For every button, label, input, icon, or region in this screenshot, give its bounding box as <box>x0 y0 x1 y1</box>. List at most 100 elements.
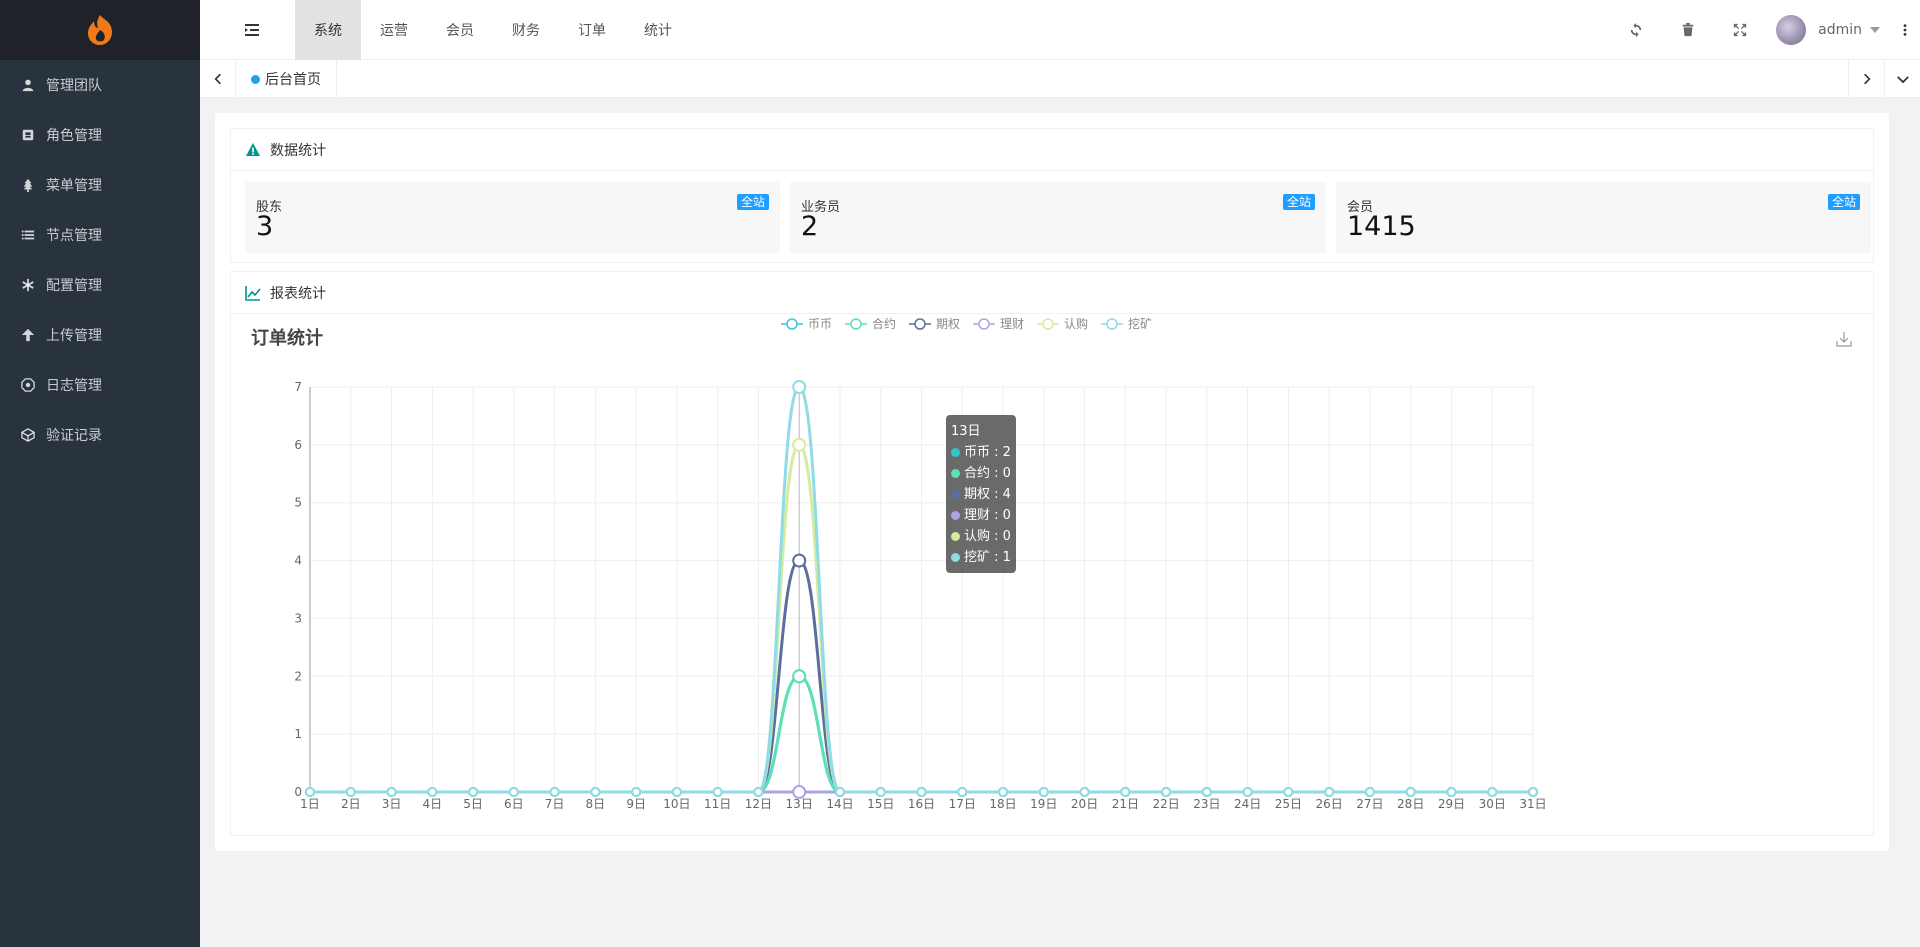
data-point <box>631 787 642 797</box>
tooltip-row-label: 币币 : 2 <box>964 445 1011 460</box>
data-point <box>1201 787 1212 797</box>
series-0 <box>305 669 1538 797</box>
x-tick-label: 1日 <box>300 797 320 811</box>
data-point <box>468 787 479 797</box>
sidebar-item-team[interactable]: 管理团队 <box>0 60 200 110</box>
tab-order[interactable]: 订单 <box>559 0 625 60</box>
sidebar-item-upload[interactable]: 上传管理 <box>0 310 200 360</box>
logo[interactable] <box>0 0 200 60</box>
data-point <box>1446 787 1457 797</box>
save-image-button[interactable] <box>1835 330 1853 348</box>
sidebar-toggle-button[interactable] <box>240 18 264 42</box>
data-point <box>916 787 927 797</box>
sidebar-item-label: 日志管理 <box>46 378 102 394</box>
data-point <box>1079 787 1090 797</box>
data-point <box>1038 787 1049 797</box>
legend-label: 理财 <box>1000 317 1024 331</box>
series-color-dot <box>951 490 960 499</box>
data-point <box>834 787 845 797</box>
tabs-prev-button[interactable] <box>200 60 236 98</box>
tab-finance[interactable]: 财务 <box>493 0 559 60</box>
x-tick-label: 9日 <box>626 797 646 811</box>
tab-member[interactable]: 会员 <box>427 0 493 60</box>
data-point <box>631 787 642 797</box>
x-tick-label: 21日 <box>1112 797 1139 811</box>
status-badge: 全站 <box>736 194 769 210</box>
legend-label: 挖矿 <box>1128 316 1152 331</box>
clear-cache-button[interactable] <box>1662 0 1714 60</box>
data-point <box>875 787 886 797</box>
data-point <box>1405 787 1416 797</box>
data-point <box>1324 787 1335 797</box>
tooltip-row-label: 挖矿 : 1 <box>964 550 1011 565</box>
stat-value: 3 <box>256 211 274 242</box>
data-point <box>1528 787 1538 797</box>
sidebar-item-config[interactable]: 配置管理 <box>0 260 200 310</box>
data-point <box>792 437 807 452</box>
data-point <box>1161 787 1172 797</box>
data-point <box>1242 787 1253 797</box>
x-tick-label: 28日 <box>1397 797 1424 811</box>
sidebar-item-roles[interactable]: 角色管理 <box>0 110 200 160</box>
data-point <box>712 787 723 797</box>
role-icon <box>20 127 36 143</box>
user-menu[interactable]: admin <box>1766 0 1890 60</box>
sidebar-item-logs[interactable]: 日志管理 <box>0 360 200 410</box>
user-name: admin <box>1818 22 1862 38</box>
stat-card-shareholders: 股东 全站 3 <box>245 182 780 253</box>
y-tick-label: 2 <box>294 669 302 683</box>
sidebar-item-verify[interactable]: 验证记录 <box>0 410 200 460</box>
tabs-next-button[interactable] <box>1848 60 1884 98</box>
data-point <box>1446 787 1457 797</box>
report-panel: 报表统计 订单统计 币币 合约 期权 理财 认购 挖矿 0 1 2 3 4 5 6 7 1日 2日 3日 4日 5… <box>230 271 1874 836</box>
data-point <box>1079 787 1090 797</box>
series-1 <box>305 669 1538 797</box>
tab-system[interactable]: 系统 <box>295 0 361 60</box>
download-icon <box>1836 332 1852 347</box>
status-badge: 全站 <box>1282 194 1315 210</box>
x-tick-label: 12日 <box>745 797 772 811</box>
series-line <box>310 559 1533 794</box>
series-color-dot <box>951 532 960 541</box>
x-tick-label: 24日 <box>1234 797 1261 811</box>
data-point <box>792 669 807 684</box>
y-tick-label: 1 <box>294 727 302 741</box>
data-point <box>998 787 1009 797</box>
tabs-menu-button[interactable] <box>1884 60 1920 98</box>
data-point <box>875 787 886 797</box>
more-button[interactable] <box>1890 0 1920 60</box>
tab-operation[interactable]: 运营 <box>361 0 427 60</box>
data-point <box>671 787 682 797</box>
tab-home[interactable]: 后台首页 <box>236 60 337 98</box>
fullscreen-button[interactable] <box>1714 0 1766 60</box>
data-point <box>508 787 519 797</box>
user-icon <box>20 77 36 93</box>
tab-statistics[interactable]: 统计 <box>625 0 691 60</box>
series-line <box>310 674 1533 794</box>
data-point <box>1038 787 1049 797</box>
legend-item: 币币 <box>781 317 832 331</box>
data-point <box>1405 787 1416 797</box>
data-point <box>712 787 723 797</box>
data-point <box>1528 787 1538 797</box>
x-tick-label: 27日 <box>1356 797 1383 811</box>
tree-icon <box>20 177 36 193</box>
data-point <box>427 787 438 797</box>
sidebar-item-menus[interactable]: 菜单管理 <box>0 160 200 210</box>
data-point <box>631 787 642 797</box>
data-point <box>753 787 764 797</box>
series-color-dot <box>951 448 960 457</box>
sidebar: 管理团队 角色管理 菜单管理 节点管理 配置管理 上传管理 日志管理 验证记录 <box>0 0 200 947</box>
refresh-button[interactable] <box>1610 0 1662 60</box>
order-chart: 币币 合约 期权 理财 认购 挖矿 0 1 2 3 4 5 6 7 1日 2日 3日 4日 5日 6日 7日 8日 9日 1… <box>294 316 1546 811</box>
data-point <box>427 787 438 797</box>
data-point <box>998 787 1009 797</box>
data-point <box>468 787 479 797</box>
stat-value: 1415 <box>1347 211 1416 242</box>
cube-icon <box>20 427 36 443</box>
data-point <box>753 787 764 797</box>
data-point <box>468 787 479 797</box>
chart-grid <box>309 386 1534 793</box>
chevron-right-icon <box>1863 73 1871 85</box>
sidebar-item-nodes[interactable]: 节点管理 <box>0 210 200 260</box>
